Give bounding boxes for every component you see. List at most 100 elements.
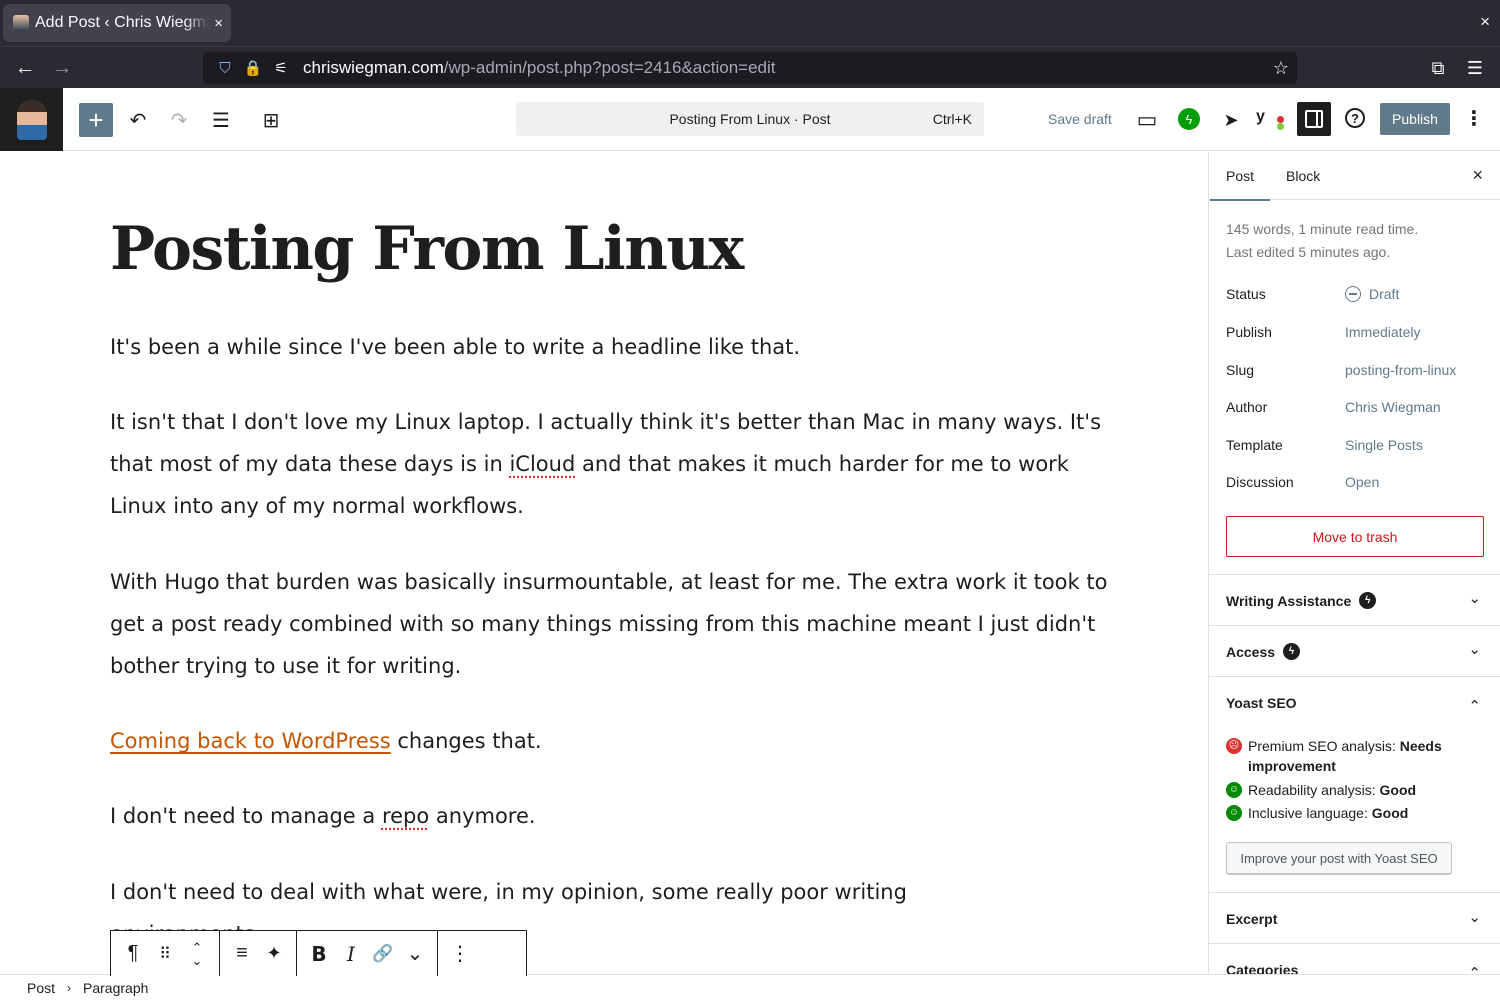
- last-edited: Last edited 5 minutes ago.: [1226, 244, 1391, 260]
- save-draft-button[interactable]: Save draft: [1048, 111, 1112, 127]
- panel-title[interactable]: Yoast SEO: [1226, 695, 1297, 711]
- panel-title-text: Access: [1226, 643, 1276, 660]
- chevron-up-icon[interactable]: ⌃: [1468, 964, 1481, 974]
- block-toolbar: ¶ ⠿ ⌃ ⌄ ≡ ✦ B I 🔗 ⌄ ⋮: [110, 930, 527, 976]
- block-breadcrumb: Post › Paragraph: [0, 974, 1500, 1000]
- move-to-trash-button[interactable]: Move to trash: [1226, 516, 1484, 557]
- paragraph-block[interactable]: It's been a while since I've been able t…: [110, 326, 1110, 368]
- seo-label: Readability analysis:: [1248, 782, 1380, 798]
- author-button[interactable]: Chris Wiegman: [1345, 399, 1441, 415]
- panel-excerpt[interactable]: Excerpt ⌄: [1209, 892, 1500, 943]
- panel-title: Writing Assistance ϟ: [1226, 592, 1377, 609]
- tab-post[interactable]: Post: [1209, 168, 1271, 201]
- block-options-icon[interactable]: ⋮: [444, 934, 476, 974]
- back-arrow-icon[interactable]: ←: [12, 55, 38, 81]
- seo-readability-analysis[interactable]: ☺ Readability analysis: Good: [1226, 780, 1486, 800]
- block-patterns-icon[interactable]: ⊞: [256, 105, 286, 135]
- extensions-icon[interactable]: ⧉: [1425, 55, 1451, 81]
- discussion-button[interactable]: Open: [1345, 474, 1379, 490]
- command-palette-bar[interactable]: Posting From Linux · Post Ctrl+K: [516, 102, 984, 136]
- slug-label: Slug: [1226, 362, 1255, 378]
- redo-icon[interactable]: ↷: [164, 105, 194, 135]
- panel-title: Access ϟ: [1226, 643, 1301, 660]
- drag-handle-icon[interactable]: ⠿: [149, 934, 181, 974]
- italic-button[interactable]: I: [335, 934, 367, 974]
- chevron-up-icon[interactable]: ⌃: [1468, 697, 1481, 715]
- wordpress-link[interactable]: Coming back to WordPress: [110, 729, 391, 753]
- send-icon[interactable]: ➤: [1216, 105, 1246, 135]
- paragraph-icon[interactable]: ¶: [117, 934, 149, 974]
- more-formatting-chevron-icon[interactable]: ⌄: [399, 934, 431, 974]
- tab-block[interactable]: Block: [1286, 168, 1320, 184]
- settings-sidebar: Post Block × 145 words, 1 minute read ti…: [1208, 152, 1500, 974]
- breadcrumb-post[interactable]: Post: [27, 980, 55, 996]
- preview-icon[interactable]: ▭: [1132, 105, 1162, 135]
- seo-inclusive-language[interactable]: ☺ Inclusive language: Good: [1226, 803, 1486, 823]
- browser-menu-icon[interactable]: ☰: [1462, 55, 1488, 81]
- breadcrumb-paragraph[interactable]: Paragraph: [83, 980, 148, 996]
- panel-title: Excerpt: [1226, 911, 1278, 927]
- align-text-icon[interactable]: ≡: [226, 934, 258, 974]
- help-icon[interactable]: ?: [1345, 108, 1365, 128]
- url-host: chriswiegman.com: [303, 58, 444, 77]
- template-row: Template Single Posts: [1226, 437, 1486, 457]
- lock-icon[interactable]: 🔒: [239, 59, 267, 77]
- panel-categories[interactable]: Categories ⌃: [1209, 943, 1500, 974]
- yoast-icon[interactable]: y: [1256, 108, 1286, 132]
- editor-canvas[interactable]: Posting From Linux It's been a while sin…: [0, 152, 1208, 974]
- browser-tab[interactable]: Add Post ‹ Chris Wiegman — WordPress ×: [3, 4, 231, 42]
- paragraph-block[interactable]: Coming back to WordPress changes that.: [110, 720, 1110, 762]
- permissions-icon[interactable]: ⚟: [267, 59, 295, 77]
- close-sidebar-icon[interactable]: ×: [1472, 165, 1483, 186]
- jetpack-icon[interactable]: ϟ: [1178, 108, 1200, 130]
- spellcheck-word[interactable]: iCloud: [509, 452, 575, 476]
- slug-button[interactable]: posting-from-linux: [1345, 362, 1456, 378]
- slug-row: Slug posting-from-linux: [1226, 362, 1486, 382]
- spellcheck-word[interactable]: repo: [382, 804, 429, 828]
- ai-assistant-icon[interactable]: ✦: [258, 934, 290, 974]
- move-down-icon[interactable]: ⌄: [192, 954, 203, 967]
- block-toolbar-group: B I 🔗 ⌄: [297, 931, 438, 976]
- panel-access[interactable]: Access ϟ ⌄: [1209, 625, 1500, 676]
- paragraph-block[interactable]: With Hugo that burden was basically insu…: [110, 561, 1110, 687]
- chevron-down-icon[interactable]: ⌄: [1468, 640, 1481, 658]
- site-icon-button[interactable]: [0, 88, 63, 151]
- block-inserter-button[interactable]: +: [79, 103, 113, 137]
- forward-arrow-icon[interactable]: →: [49, 55, 75, 81]
- undo-icon[interactable]: ↶: [123, 105, 153, 135]
- sidebar-icon: [1305, 110, 1323, 128]
- template-button[interactable]: Single Posts: [1345, 437, 1423, 453]
- publish-button[interactable]: Publish: [1380, 103, 1450, 135]
- tracking-shield-icon[interactable]: ⛉: [211, 60, 239, 77]
- paragraph-block[interactable]: I don't need to manage a repo anymore.: [110, 795, 1110, 837]
- author-row: Author Chris Wiegman: [1226, 399, 1486, 419]
- status-label: Status: [1226, 286, 1266, 302]
- move-up-icon[interactable]: ⌃: [192, 941, 203, 954]
- status-value[interactable]: Draft: [1345, 286, 1399, 302]
- yoast-glyph: y: [1256, 108, 1265, 125]
- options-menu-icon[interactable]: ⋮: [1463, 106, 1485, 132]
- happy-face-icon: ☺: [1226, 782, 1242, 798]
- seo-premium-analysis[interactable]: ☹ Premium SEO analysis: Needs improvemen…: [1226, 736, 1486, 776]
- panel-title: Categories: [1226, 962, 1299, 974]
- panel-writing-assistance[interactable]: Writing Assistance ϟ ⌄: [1209, 574, 1500, 625]
- bookmark-star-icon[interactable]: ☆: [1273, 58, 1289, 79]
- chevron-down-icon[interactable]: ⌄: [1468, 589, 1481, 607]
- document-overview-icon[interactable]: ☰: [206, 105, 236, 135]
- jetpack-badge-icon: ϟ: [1283, 643, 1301, 660]
- template-label: Template: [1226, 437, 1283, 453]
- yoast-improve-button[interactable]: Improve your post with Yoast SEO: [1226, 842, 1452, 874]
- status-row: Status Draft: [1226, 286, 1486, 306]
- tab-close-icon[interactable]: ×: [214, 15, 223, 32]
- window-close-icon[interactable]: ×: [1480, 12, 1490, 32]
- publish-date-button[interactable]: Immediately: [1345, 324, 1420, 340]
- bold-button[interactable]: B: [303, 934, 335, 974]
- url-bar[interactable]: ⛉ 🔒 ⚟ chriswiegman.com/wp-admin/post.php…: [203, 52, 1297, 84]
- post-title[interactable]: Posting From Linux: [110, 214, 744, 284]
- seo-label: Inclusive language:: [1248, 805, 1372, 821]
- chevron-down-icon[interactable]: ⌄: [1468, 908, 1481, 926]
- link-icon[interactable]: 🔗: [367, 934, 399, 974]
- settings-sidebar-toggle[interactable]: [1297, 102, 1331, 136]
- paragraph-block[interactable]: It isn't that I don't love my Linux lapt…: [110, 401, 1110, 527]
- site-favicon-icon: [13, 15, 29, 31]
